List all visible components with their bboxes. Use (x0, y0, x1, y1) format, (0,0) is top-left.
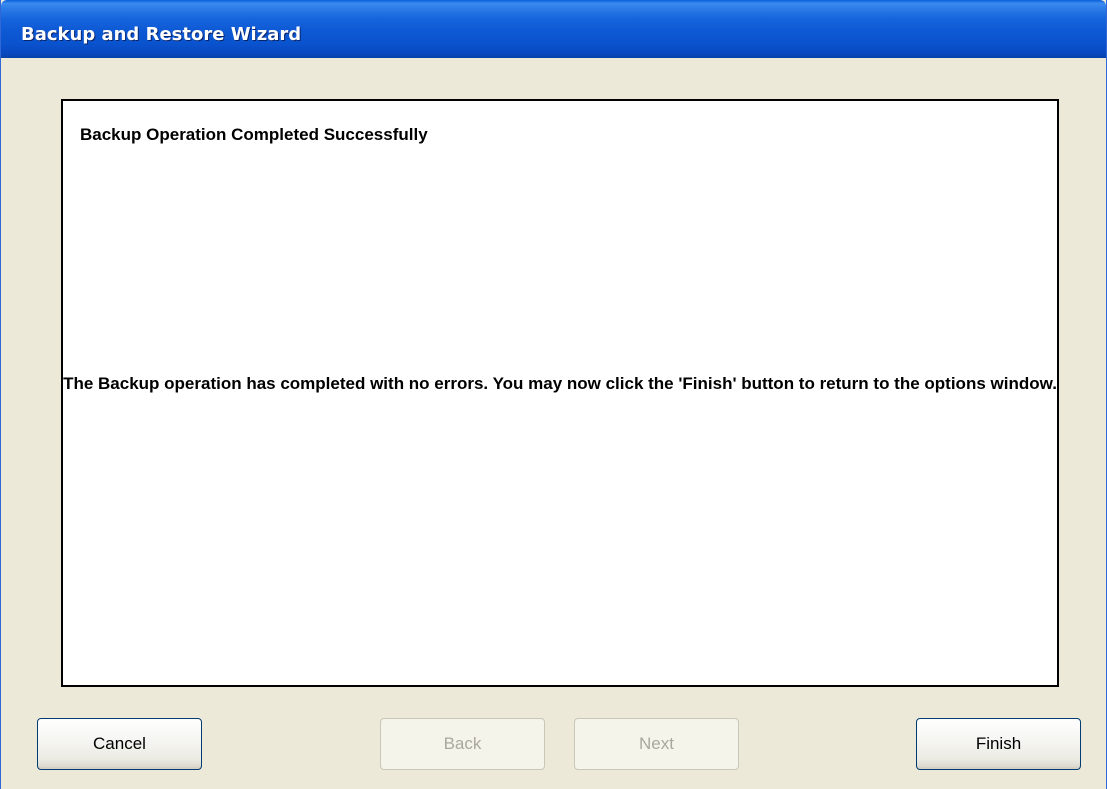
page-heading: Backup Operation Completed Successfully (80, 125, 428, 144)
cancel-button[interactable]: Cancel (37, 718, 202, 770)
finish-button[interactable]: Finish (916, 718, 1081, 770)
title-bar[interactable]: Backup and Restore Wizard (1, 0, 1106, 58)
back-button: Back (380, 718, 545, 770)
window-title: Backup and Restore Wizard (21, 24, 302, 45)
next-button: Next (574, 718, 739, 770)
wizard-content-panel: Backup Operation Completed Successfully … (61, 99, 1059, 687)
completion-message: The Backup operation has completed with … (63, 374, 1057, 393)
wizard-window: Backup and Restore Wizard Backup Operati… (0, 0, 1107, 789)
